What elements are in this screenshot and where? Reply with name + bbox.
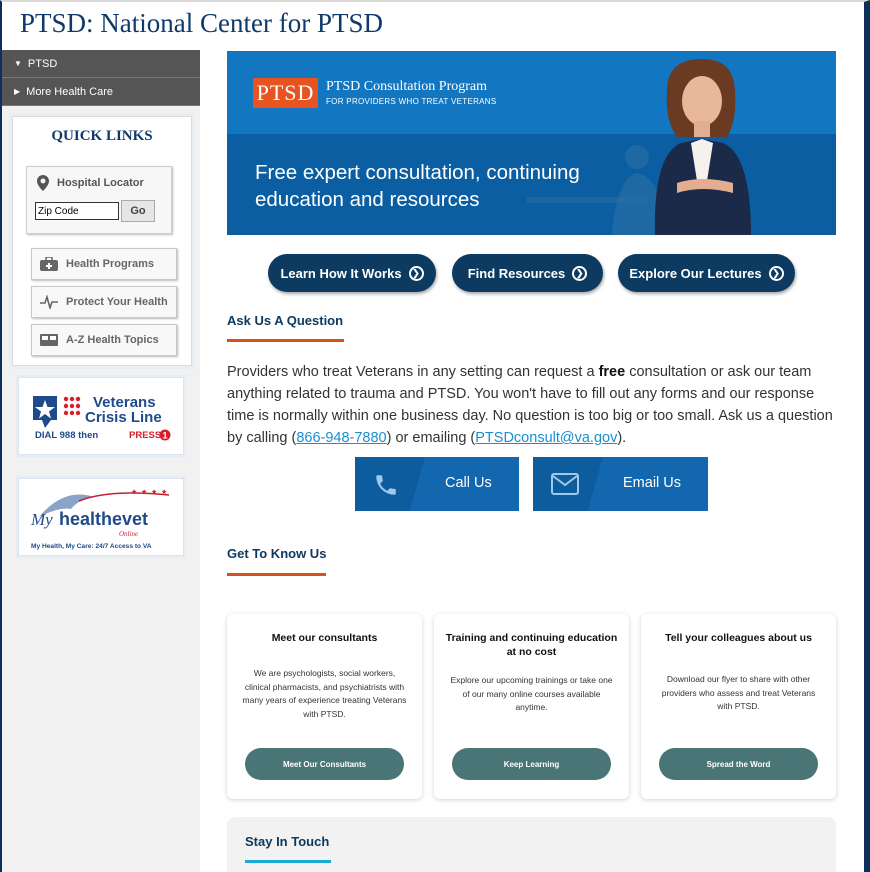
phone-link[interactable]: 866-948-7880 bbox=[296, 430, 386, 446]
hospital-locator-label: Hospital Locator bbox=[37, 175, 144, 191]
quick-links-title: QUICK LINKS bbox=[51, 128, 153, 144]
stay-in-touch-section: Stay In Touch bbox=[227, 817, 836, 872]
card-training: Training and continuing education at no … bbox=[434, 614, 629, 799]
ask-us-underline bbox=[227, 339, 344, 342]
card-tell-colleagues: Tell your colleagues about us Download o… bbox=[641, 614, 836, 799]
hero-banner: PTSD PTSD Consultation Program FOR PROVI… bbox=[227, 51, 836, 235]
caret-right-icon: ▶ bbox=[14, 87, 21, 96]
hospital-locator: Hospital Locator Go bbox=[26, 166, 172, 234]
left-sidebar: ▼ PTSD ▶ More Health Care QUICK LINKS Ho… bbox=[2, 50, 200, 872]
arrow-right-icon: ❯ bbox=[768, 265, 784, 281]
caret-down-icon: ▼ bbox=[14, 59, 22, 68]
nav-item-label: More Health Care bbox=[26, 85, 113, 98]
svg-text:Online: Online bbox=[119, 530, 138, 538]
svg-text:★: ★ bbox=[141, 488, 147, 496]
svg-text:My Health, My Care: 24/7 Acces: My Health, My Care: 24/7 Access to VA bbox=[31, 543, 152, 550]
svg-text:★: ★ bbox=[161, 488, 167, 496]
crisis-line-logo: Veterans Crisis Line DIAL 988 then PRESS… bbox=[33, 394, 171, 441]
my-healthevet-logo: ★ ★ ★ ★ My healthevet Online My Health, My … bbox=[30, 488, 170, 550]
svg-text:My: My bbox=[30, 510, 53, 529]
ptsd-logo: PTSD bbox=[253, 78, 318, 108]
card-meet-consultants: Meet our consultants We are psychologist… bbox=[227, 614, 422, 799]
ask-us-title: Ask Us A Question bbox=[227, 313, 344, 328]
protect-your-health-button[interactable]: Protect Your Health bbox=[31, 286, 177, 318]
zip-code-input[interactable] bbox=[35, 202, 119, 220]
quick-links-box: QUICK LINKS Hospital Locator Go Health P… bbox=[12, 116, 192, 366]
svg-text:1: 1 bbox=[163, 431, 168, 441]
meet-our-consultants-button[interactable]: Meet Our Consultants bbox=[245, 748, 404, 780]
svg-text:★: ★ bbox=[131, 488, 137, 496]
svg-text:★: ★ bbox=[151, 488, 157, 496]
envelope-icon bbox=[551, 473, 579, 495]
svg-text:DIAL 988 then: DIAL 988 then bbox=[35, 430, 98, 441]
hero-program-name: PTSD Consultation Program bbox=[326, 79, 488, 94]
svg-text:Crisis Line: Crisis Line bbox=[85, 409, 162, 426]
veterans-crisis-line-banner[interactable]: Veterans Crisis Line DIAL 988 then PRESS… bbox=[18, 377, 184, 455]
call-us-button[interactable]: Call Us bbox=[355, 457, 519, 511]
pulse-icon bbox=[40, 295, 58, 309]
learn-how-it-works-button[interactable]: Learn How It Works ❯ bbox=[268, 254, 436, 292]
svg-text:PRESS: PRESS bbox=[129, 430, 161, 441]
phone-icon bbox=[376, 475, 396, 495]
nav-item-ptsd[interactable]: ▼ PTSD bbox=[2, 50, 200, 78]
arrow-right-icon: ❯ bbox=[572, 265, 588, 281]
book-icon bbox=[40, 334, 58, 346]
spread-the-word-button[interactable]: Spread the Word bbox=[659, 748, 818, 780]
find-resources-button[interactable]: Find Resources ❯ bbox=[452, 254, 603, 292]
email-us-button[interactable]: Email Us bbox=[533, 457, 708, 511]
hero-headline: Free expert consultation, continuing edu… bbox=[255, 161, 580, 211]
map-pin-icon bbox=[37, 175, 49, 191]
stay-in-touch-title: Stay In Touch bbox=[245, 834, 330, 849]
az-health-topics-button[interactable]: A-Z Health Topics bbox=[31, 324, 177, 356]
ask-us-paragraph: Providers who treat Veterans in any sett… bbox=[227, 364, 833, 446]
arrow-right-icon: ❯ bbox=[408, 265, 424, 281]
site-title[interactable]: PTSD: National Center for PTSD bbox=[20, 8, 383, 39]
keep-learning-button[interactable]: Keep Learning bbox=[452, 748, 611, 780]
hero-program-subtitle: FOR PROVIDERS WHO TREAT VETERANS bbox=[326, 97, 497, 106]
explore-our-lectures-button[interactable]: Explore Our Lectures ❯ bbox=[618, 254, 795, 292]
get-to-know-title: Get To Know Us bbox=[227, 546, 327, 561]
stay-in-touch-underline bbox=[245, 860, 331, 863]
health-programs-button[interactable]: Health Programs bbox=[31, 248, 177, 280]
consultant-photo bbox=[654, 59, 751, 235]
go-button[interactable]: Go bbox=[121, 200, 155, 222]
nav-item-more-health-care[interactable]: ▶ More Health Care bbox=[2, 78, 200, 106]
svg-text:healthevet: healthevet bbox=[59, 509, 148, 529]
email-link[interactable]: PTSDconsult@va.gov bbox=[475, 430, 617, 446]
my-healthevet-banner[interactable]: ★ ★ ★ ★ My healthevet Online My Health, My … bbox=[18, 478, 184, 556]
nav-item-label: PTSD bbox=[27, 57, 58, 70]
medkit-icon bbox=[40, 257, 58, 271]
get-to-know-underline bbox=[227, 573, 326, 576]
